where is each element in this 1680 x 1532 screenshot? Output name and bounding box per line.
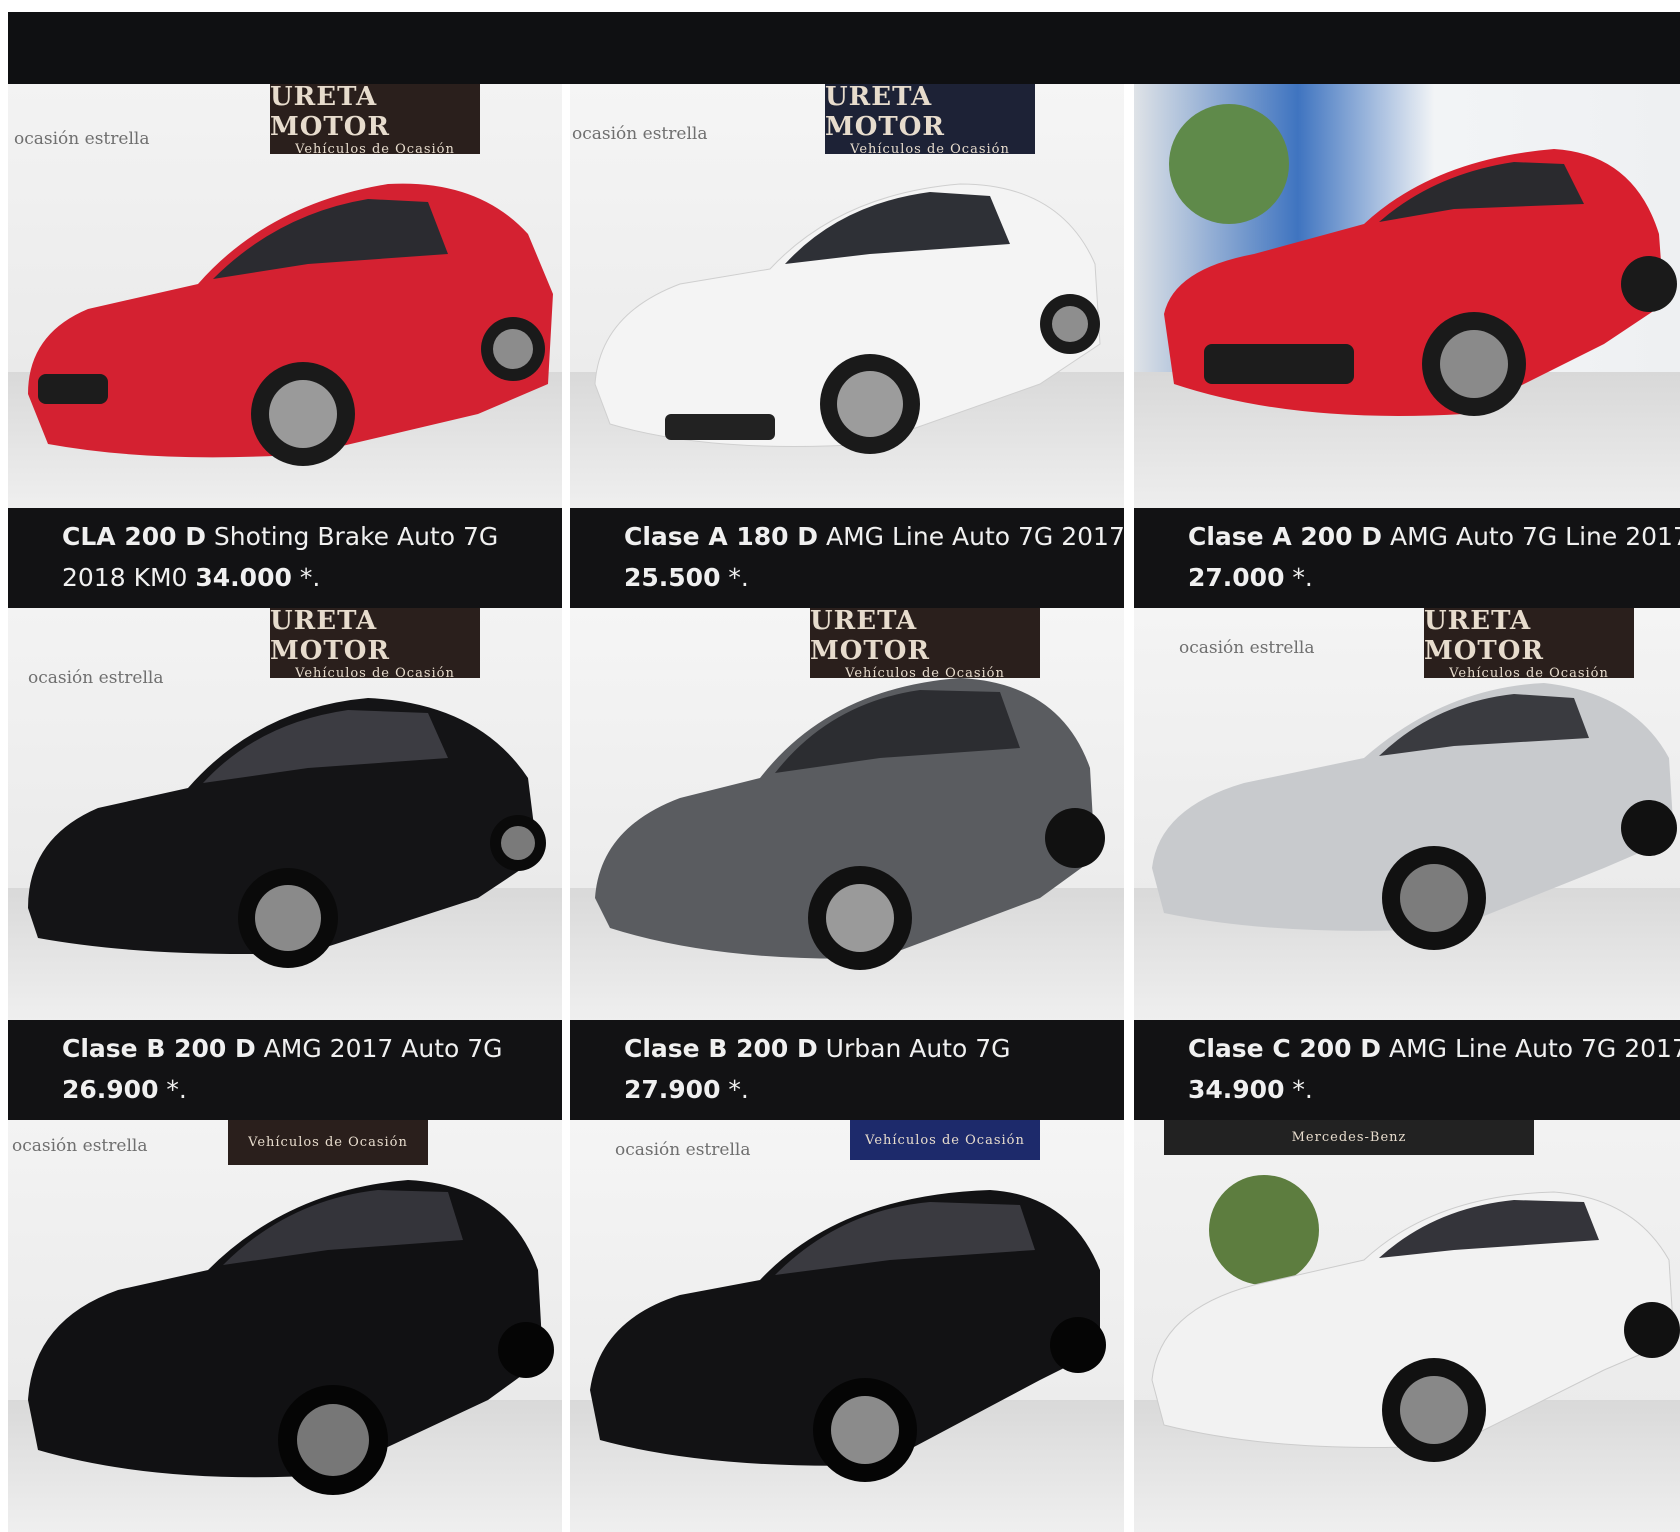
car-photo: URETA MOTOR Vehículos de Ocasión ocasión … (570, 84, 1124, 508)
listing-caption: Clase A 180 D AMG Line Auto 7G 2017 25.5… (570, 508, 1124, 608)
car-image (1152, 683, 1677, 950)
listing-card-6[interactable]: URETA MOTOR Vehículos de Ocasión ocasión … (1134, 608, 1680, 1120)
listing-caption: Clase A 200 D AMG Auto 7G Line 2017 27.0… (1134, 508, 1680, 608)
car-photo: Vehículos de Ocasión ocasión estrella (570, 1120, 1124, 1532)
listing-card-1[interactable]: URETA MOTOR Vehículos de Ocasión ocasión … (8, 84, 562, 608)
car-image (595, 678, 1105, 970)
car-image (1151, 1175, 1680, 1462)
car-photo: Vehículos de Ocasión ocasión estrella (8, 1120, 562, 1532)
car-image (28, 183, 553, 466)
car-image (28, 698, 546, 968)
listing-caption: Clase C 200 D AMG Line Auto 7G 2017 34.9… (1134, 1020, 1680, 1120)
listing-card-7[interactable]: Vehículos de Ocasión ocasión estrella (8, 1120, 562, 1532)
listing-card-5[interactable]: URETA MOTOR Vehículos de Ocasión Clase B … (570, 608, 1124, 1120)
car-image (1164, 104, 1677, 416)
listing-caption: Clase B 200 D AMG 2017 Auto 7G 26.900 *. (8, 1020, 562, 1120)
listing-card-4[interactable]: URETA MOTOR Vehículos de Ocasión ocasión … (8, 608, 562, 1120)
listing-card-8[interactable]: Vehículos de Ocasión ocasión estrella (570, 1120, 1124, 1532)
car-photo: URETA MOTOR Vehículos de Ocasión (570, 608, 1124, 1020)
listing-card-3[interactable]: Clase A 200 D AMG Auto 7G Line 2017 27.0… (1134, 84, 1680, 608)
listing-caption: Clase B 200 D Urban Auto 7G 27.900 *. (570, 1020, 1124, 1120)
car-photo: URETA MOTOR Vehículos de Ocasión ocasión … (8, 84, 562, 508)
car-image (590, 1190, 1106, 1482)
car-image (28, 1180, 554, 1495)
car-image (594, 183, 1101, 454)
listing-card-2[interactable]: URETA MOTOR Vehículos de Ocasión ocasión … (570, 84, 1124, 608)
car-photo: URETA MOTOR Vehículos de Ocasión ocasión … (8, 608, 562, 1020)
listing-card-9[interactable]: Mercedes-Benz (1134, 1120, 1680, 1532)
car-photo: Mercedes-Benz (1134, 1120, 1680, 1532)
top-black-bar (8, 12, 1680, 84)
car-photo (1134, 84, 1680, 508)
car-photo: URETA MOTOR Vehículos de Ocasión ocasión … (1134, 608, 1680, 1020)
listing-caption: CLA 200 D Shoting Brake Auto 7G 2018 KM0… (8, 508, 562, 608)
